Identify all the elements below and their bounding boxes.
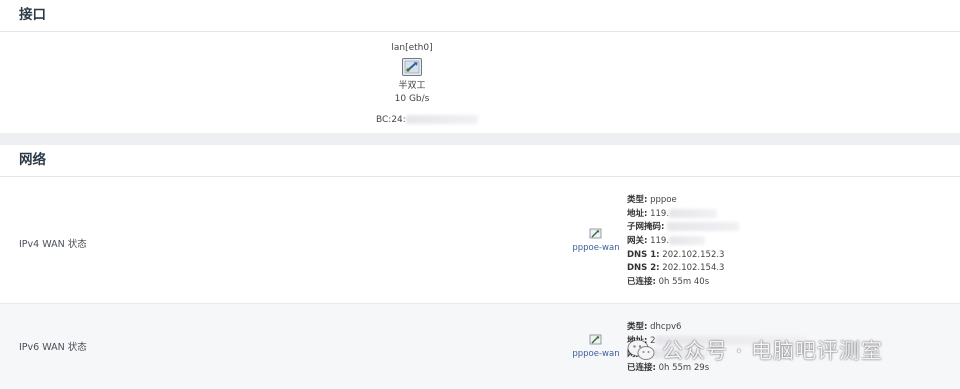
- lan-port[interactable]: lan[eth0] 半双工 10 Gb/s BC:24:: [376, 42, 478, 125]
- port-name: lan[eth0]: [391, 43, 433, 53]
- ipv4-wan-name: pppoe-wan: [572, 243, 620, 253]
- ipv6-wan-name: pppoe-wan: [572, 349, 620, 359]
- port-mac-prefix: BC:24:: [376, 115, 406, 125]
- ipv6-wan-interface[interactable]: pppoe-wan: [568, 333, 624, 359]
- port-duplex: 半双工: [398, 81, 426, 91]
- ipv4-dns2-label: DNS 2:: [627, 263, 660, 274]
- watermark-text: 公众号 · 电脑吧评测室: [662, 339, 884, 363]
- ipv4-dns2-value: 202.102.154.3: [662, 263, 725, 274]
- interfaces-title: 接口: [0, 0, 960, 32]
- network-title: 网络: [0, 145, 960, 177]
- ipv4-connected-value: 0h 55m 40s: [658, 277, 710, 288]
- ipv6-type-label: 类型:: [627, 322, 648, 332]
- wan-interface-icon: [589, 228, 602, 239]
- ipv4-wan-row: IPv4 WAN 状态 pppoe-wan 类型: pppoe 地址: 119.…: [0, 180, 960, 302]
- ipv4-gateway-value: 119.: [650, 236, 670, 247]
- interfaces-card: 接口 lan[eth0] 半双工 10 Gb/s BC:24:: [0, 0, 960, 133]
- ethernet-port-icon: [402, 58, 422, 76]
- ipv4-dns1-label: DNS 1:: [627, 249, 660, 260]
- ipv4-wan-details: 类型: pppoe 地址: 119. 子网掩码: 网关: 119. DNS 1:…: [627, 194, 740, 290]
- ipv6-wan-label: IPv6 WAN 状态: [19, 342, 87, 353]
- redacted-address: [669, 208, 718, 218]
- ipv4-type-value: pppoe: [650, 195, 677, 205]
- watermark: 公众号 · 电脑吧评测室: [626, 336, 883, 364]
- port-mac: BC:24:: [376, 114, 478, 126]
- ipv4-netmask-label: 子网掩码:: [627, 222, 665, 233]
- redacted-mac: [405, 115, 478, 124]
- redacted-netmask: [667, 222, 740, 232]
- ipv4-connected-label: 已连接:: [627, 277, 656, 288]
- ipv4-dns1-value: 202.102.152.3: [662, 249, 725, 260]
- ipv4-wan-interface[interactable]: pppoe-wan: [568, 227, 624, 253]
- ipv4-address-label: 地址:: [627, 208, 648, 219]
- ipv4-type-label: 类型:: [627, 195, 648, 205]
- ipv6-type-value: dhcpv6: [650, 322, 682, 332]
- wechat-icon: [627, 339, 655, 360]
- ipv4-wan-label: IPv4 WAN 状态: [19, 239, 87, 250]
- ipv4-gateway-label: 网关:: [627, 236, 648, 247]
- redacted-gateway: [669, 236, 706, 246]
- ipv6-connected-label: 已连接:: [627, 363, 656, 374]
- wan-interface-icon: [589, 334, 602, 345]
- port-speed: 10 Gb/s: [394, 94, 430, 104]
- ipv4-address-value: 119.: [650, 208, 670, 219]
